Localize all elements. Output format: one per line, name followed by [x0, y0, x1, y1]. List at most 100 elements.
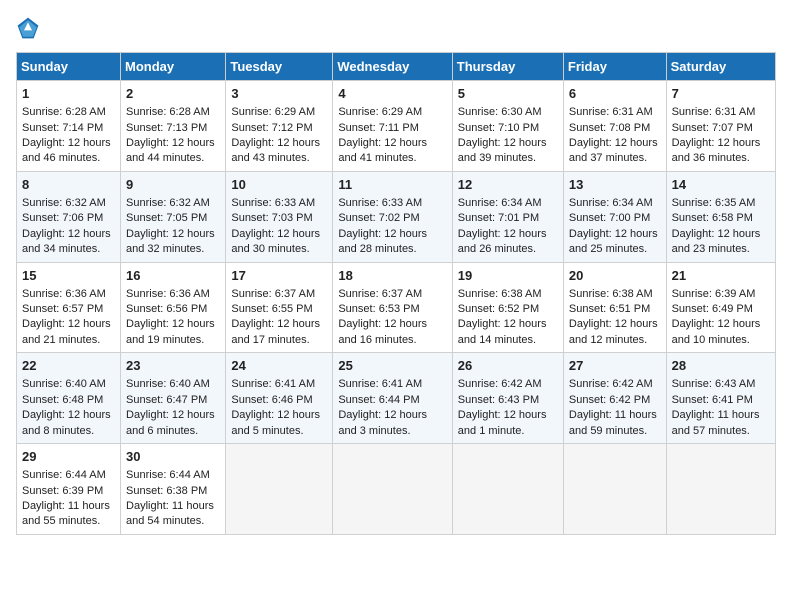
day-number: 22 [22, 357, 115, 375]
sunset: Sunset: 6:58 PM [672, 212, 753, 224]
sunset: Sunset: 6:42 PM [569, 394, 650, 406]
day-number: 5 [458, 85, 558, 103]
calendar-cell [452, 444, 563, 535]
col-header-friday: Friday [563, 53, 666, 81]
daylight-label: Daylight: 12 hours and 28 minutes. [338, 228, 427, 255]
calendar-cell: 10Sunrise: 6:33 AMSunset: 7:03 PMDayligh… [226, 171, 333, 262]
calendar-cell: 4Sunrise: 6:29 AMSunset: 7:11 PMDaylight… [333, 81, 452, 172]
sunset: Sunset: 7:13 PM [126, 122, 207, 134]
daylight-label: Daylight: 12 hours and 12 minutes. [569, 318, 658, 345]
sunset: Sunset: 6:52 PM [458, 303, 539, 315]
day-number: 17 [231, 267, 327, 285]
daylight-label: Daylight: 11 hours and 55 minutes. [22, 500, 110, 527]
sunset: Sunset: 7:02 PM [338, 212, 419, 224]
day-number: 16 [126, 267, 220, 285]
sunrise: Sunrise: 6:29 AM [338, 106, 422, 118]
daylight-label: Daylight: 12 hours and 34 minutes. [22, 228, 111, 255]
sunrise: Sunrise: 6:37 AM [231, 288, 315, 300]
sunrise: Sunrise: 6:36 AM [22, 288, 106, 300]
sunset: Sunset: 6:39 PM [22, 485, 103, 497]
calendar-cell: 28Sunrise: 6:43 AMSunset: 6:41 PMDayligh… [666, 353, 775, 444]
daylight-label: Daylight: 12 hours and 44 minutes. [126, 137, 215, 164]
day-number: 4 [338, 85, 446, 103]
sunrise: Sunrise: 6:30 AM [458, 106, 542, 118]
daylight-label: Daylight: 12 hours and 30 minutes. [231, 228, 320, 255]
calendar-table: SundayMondayTuesdayWednesdayThursdayFrid… [16, 52, 776, 535]
sunrise: Sunrise: 6:33 AM [231, 197, 315, 209]
sunset: Sunset: 6:57 PM [22, 303, 103, 315]
daylight-label: Daylight: 12 hours and 10 minutes. [672, 318, 761, 345]
sunrise: Sunrise: 6:31 AM [569, 106, 653, 118]
sunset: Sunset: 7:07 PM [672, 122, 753, 134]
calendar-cell: 2Sunrise: 6:28 AMSunset: 7:13 PMDaylight… [121, 81, 226, 172]
daylight-label: Daylight: 12 hours and 19 minutes. [126, 318, 215, 345]
calendar-cell: 12Sunrise: 6:34 AMSunset: 7:01 PMDayligh… [452, 171, 563, 262]
daylight-label: Daylight: 12 hours and 25 minutes. [569, 228, 658, 255]
sunset: Sunset: 7:03 PM [231, 212, 312, 224]
col-header-saturday: Saturday [666, 53, 775, 81]
calendar-cell: 27Sunrise: 6:42 AMSunset: 6:42 PMDayligh… [563, 353, 666, 444]
day-number: 29 [22, 448, 115, 466]
calendar-cell: 9Sunrise: 6:32 AMSunset: 7:05 PMDaylight… [121, 171, 226, 262]
daylight-label: Daylight: 12 hours and 46 minutes. [22, 137, 111, 164]
calendar-cell [226, 444, 333, 535]
week-row-4: 22Sunrise: 6:40 AMSunset: 6:48 PMDayligh… [17, 353, 776, 444]
sunset: Sunset: 7:08 PM [569, 122, 650, 134]
sunrise: Sunrise: 6:31 AM [672, 106, 756, 118]
day-number: 23 [126, 357, 220, 375]
sunrise: Sunrise: 6:38 AM [569, 288, 653, 300]
sunrise: Sunrise: 6:28 AM [126, 106, 210, 118]
calendar-cell: 5Sunrise: 6:30 AMSunset: 7:10 PMDaylight… [452, 81, 563, 172]
day-number: 26 [458, 357, 558, 375]
calendar-header-row: SundayMondayTuesdayWednesdayThursdayFrid… [17, 53, 776, 81]
sunset: Sunset: 7:06 PM [22, 212, 103, 224]
day-number: 27 [569, 357, 661, 375]
sunset: Sunset: 7:12 PM [231, 122, 312, 134]
sunset: Sunset: 7:14 PM [22, 122, 103, 134]
calendar-cell: 18Sunrise: 6:37 AMSunset: 6:53 PMDayligh… [333, 262, 452, 353]
sunrise: Sunrise: 6:32 AM [126, 197, 210, 209]
sunrise: Sunrise: 6:36 AM [126, 288, 210, 300]
sunset: Sunset: 6:47 PM [126, 394, 207, 406]
calendar-cell: 16 Sunrise: 6:36 AM Sunset: 6:56 PM Dayligh… [121, 262, 226, 353]
day-number: 28 [672, 357, 770, 375]
sunset: Sunset: 6:38 PM [126, 485, 207, 497]
calendar-cell [563, 444, 666, 535]
sunrise: Sunrise: 6:44 AM [22, 469, 106, 481]
week-row-2: 8 Sunrise: 6:32 AM Sunset: 7:06 PM Daylight… [17, 171, 776, 262]
week-row-5: 29 Sunrise: 6:44 AM Sunset: 6:39 PM Dayligh… [17, 444, 776, 535]
day-number: 13 [569, 176, 661, 194]
calendar-cell: 1 Sunrise: 6:28 AM Sunset: 7:14 PM Daylight… [17, 81, 121, 172]
calendar-cell: 21Sunrise: 6:39 AMSunset: 6:49 PMDayligh… [666, 262, 775, 353]
daylight-label: Daylight: 12 hours and 26 minutes. [458, 228, 547, 255]
day-number: 6 [569, 85, 661, 103]
sunrise: Sunrise: 6:29 AM [231, 106, 315, 118]
sunrise: Sunrise: 6:39 AM [672, 288, 756, 300]
sunset: Sunset: 6:53 PM [338, 303, 419, 315]
sunset: Sunset: 6:44 PM [338, 394, 419, 406]
day-number: 15 [22, 267, 115, 285]
calendar-cell: 11 Sunrise: 6:33 AM Sunset: 7:02 PM Dayligh… [333, 171, 452, 262]
sunrise: Sunrise: 6:40 AM [22, 378, 106, 390]
day-number: 1 [22, 85, 115, 103]
daylight-label: Daylight: 11 hours and 54 minutes. [126, 500, 214, 527]
sunset: Sunset: 7:10 PM [458, 122, 539, 134]
sunrise: Sunrise: 6:43 AM [672, 378, 756, 390]
col-header-tuesday: Tuesday [226, 53, 333, 81]
calendar-cell: 24Sunrise: 6:41 AMSunset: 6:46 PMDayligh… [226, 353, 333, 444]
sunset: Sunset: 7:00 PM [569, 212, 650, 224]
sunrise: Sunrise: 6:33 AM [338, 197, 422, 209]
calendar-cell: 17Sunrise: 6:37 AMSunset: 6:55 PMDayligh… [226, 262, 333, 353]
sunrise: Sunrise: 6:28 AM [22, 106, 106, 118]
day-number: 11 [338, 176, 446, 194]
day-number: 21 [672, 267, 770, 285]
daylight-label: Daylight: 12 hours and 43 minutes. [231, 137, 320, 164]
calendar-cell: 29 Sunrise: 6:44 AM Sunset: 6:39 PM Dayligh… [17, 444, 121, 535]
day-number: 12 [458, 176, 558, 194]
sunset: Sunset: 6:56 PM [126, 303, 207, 315]
day-number: 8 [22, 176, 115, 194]
col-header-wednesday: Wednesday [333, 53, 452, 81]
calendar-cell [333, 444, 452, 535]
daylight-label: Daylight: 12 hours and 41 minutes. [338, 137, 427, 164]
daylight-label: Daylight: 12 hours and 17 minutes. [231, 318, 320, 345]
